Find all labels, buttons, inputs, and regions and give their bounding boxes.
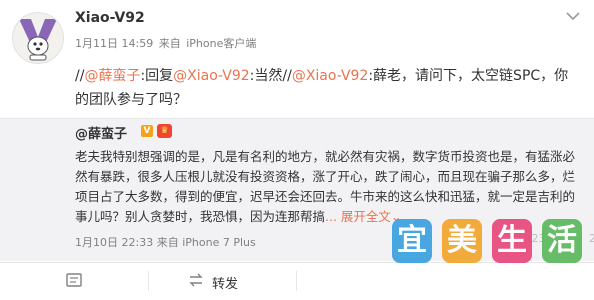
chevron-down-icon[interactable] <box>564 9 582 23</box>
expand-full-text-link[interactable]: ... 展开全文⌄ <box>325 209 401 224</box>
post-meta: 1月11日 14:59 来自 iPhone客户端 <box>75 35 258 51</box>
watermark-char: 美 <box>442 219 482 263</box>
expand-label: 展开全文 <box>340 209 391 224</box>
action-divider <box>296 271 297 291</box>
verified-v-badge: V <box>141 125 153 137</box>
action-divider <box>148 271 149 291</box>
mention-link[interactable]: @Xiao-V92 <box>292 68 369 84</box>
watermark-logo: 宜 美 生 活 <box>392 215 588 275</box>
watermark-char: 宜 <box>392 219 432 263</box>
watermark-char: 活 <box>542 219 582 263</box>
post-client: iPhone客户端 <box>186 37 257 50</box>
quoted-meta: 1月10日 22:33 来自 iPhone 7 Plus <box>75 234 256 250</box>
reply-word: :回复 <box>140 68 174 84</box>
author-name[interactable]: Xiao-V92 <box>75 10 145 26</box>
quoted-client: iPhone 7 Plus <box>182 236 256 249</box>
author-avatar[interactable] <box>12 12 64 64</box>
post-text: //@薛蛮子:回复@Xiao-V92:当然//@Xiao-V92:薛老，请问下，… <box>75 64 580 112</box>
repost-button-label[interactable]: 转发 <box>212 273 238 292</box>
watermark-char: 生 <box>492 219 532 263</box>
v-monogram-cartoon-avatar-icon <box>19 19 57 61</box>
mention-link[interactable]: @薛蛮子 <box>84 68 140 84</box>
crown-icon: ♛ <box>157 124 172 138</box>
quoted-author[interactable]: @薛蛮子 <box>75 123 127 142</box>
repost-icon[interactable] <box>186 271 206 289</box>
favorite-icon[interactable] <box>64 271 84 289</box>
quoted-from-label: 来自 <box>156 236 179 249</box>
quoted-date[interactable]: 1月10日 22:33 <box>75 236 153 249</box>
post-from-label: 来自 <box>158 37 181 50</box>
mention-link[interactable]: @Xiao-V92 <box>173 68 250 84</box>
quoted-like-count[interactable]: 229 <box>589 232 594 245</box>
post-date[interactable]: 1月11日 14:59 <box>75 37 153 50</box>
weibo-post: Xiao-V92 1月11日 14:59 来自 iPhone客户端 //@薛蛮子… <box>0 0 594 300</box>
post-separator: :当然// <box>249 68 292 84</box>
